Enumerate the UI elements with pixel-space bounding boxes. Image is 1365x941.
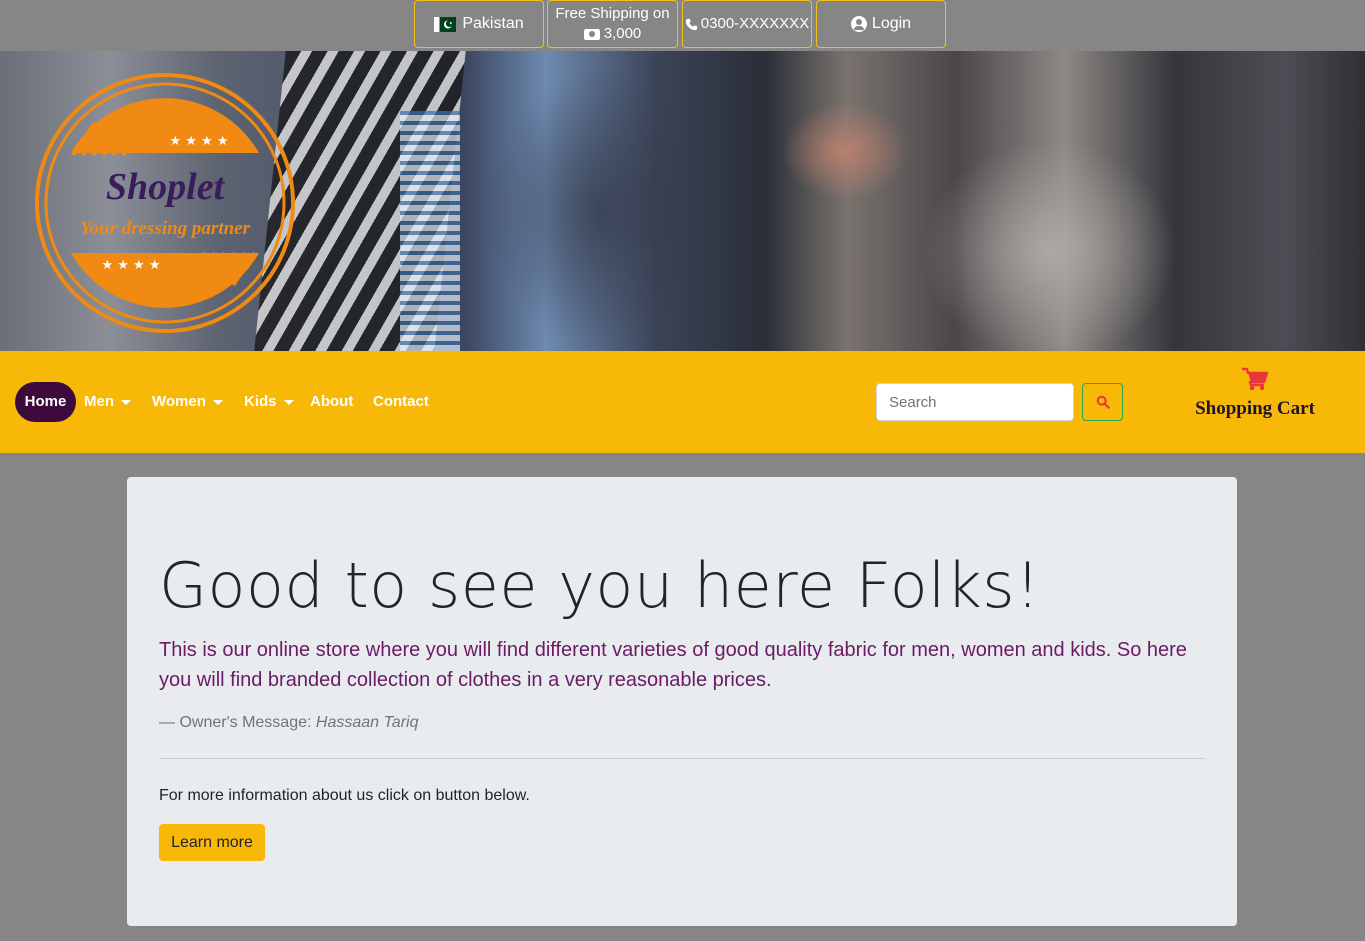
caret-down-icon bbox=[121, 399, 131, 405]
login-button[interactable]: Login bbox=[816, 0, 946, 48]
logo-name: Shoplet bbox=[106, 166, 226, 208]
logo-stars-bottom: ★ ★ ★ ★ bbox=[101, 258, 160, 273]
caret-down-icon bbox=[283, 399, 294, 405]
nav-item-men[interactable]: Men bbox=[84, 382, 131, 422]
main-navbar: Home Men Women Kids About Contact Shoppi… bbox=[0, 351, 1365, 453]
free-shipping-button[interactable]: Free Shipping on 3,000 bbox=[547, 0, 678, 48]
nav-kids-label: Kids bbox=[244, 393, 277, 410]
nav-item-women[interactable]: Women bbox=[152, 382, 223, 422]
search-button[interactable] bbox=[1082, 383, 1123, 421]
shipping-amount-row: 3,000 bbox=[583, 24, 642, 44]
nav-about-label: About bbox=[310, 393, 354, 410]
shopping-cart-link[interactable]: Shopping Cart bbox=[1180, 367, 1330, 420]
phone-button[interactable]: 0300-XXXXXXX bbox=[682, 0, 812, 48]
caret-down-icon bbox=[212, 399, 223, 405]
search-input[interactable] bbox=[876, 383, 1074, 421]
learn-more-button[interactable]: Learn more bbox=[159, 824, 265, 861]
hero-banner: ★ ★ ★ ★ Shoplet Your dressing partner ★ … bbox=[0, 51, 1365, 351]
owner-message: — Owner's Message: Hassaan Tariq bbox=[159, 714, 418, 732]
nav-item-contact[interactable]: Contact bbox=[373, 382, 429, 422]
top-bar: Pakistan Free Shipping on 3,000 0300-XXX… bbox=[0, 0, 1365, 51]
welcome-heading: Good to see you here Folks! bbox=[159, 549, 1041, 622]
nav-women-label: Women bbox=[152, 393, 206, 410]
money-bill-icon bbox=[583, 28, 600, 40]
pakistan-flag-icon bbox=[434, 16, 457, 32]
login-label: Login bbox=[871, 15, 912, 32]
logo-tagline: Your dressing partner bbox=[80, 218, 251, 239]
nav-item-home[interactable]: Home bbox=[15, 382, 76, 422]
user-circle-icon bbox=[850, 16, 867, 32]
shipping-amount: 3,000 bbox=[603, 25, 642, 42]
logo-stars-top: ★ ★ ★ ★ bbox=[169, 134, 228, 149]
divider bbox=[159, 758, 1205, 759]
owner-name: Hassaan Tariq bbox=[315, 714, 419, 731]
search-icon bbox=[1096, 395, 1110, 409]
welcome-lead-text: This is our online store where you will … bbox=[159, 639, 1187, 691]
nav-item-kids[interactable]: Kids bbox=[244, 382, 294, 422]
phone-number: 0300-XXXXXXX bbox=[700, 15, 810, 32]
nav-item-about[interactable]: About bbox=[310, 382, 353, 422]
shopping-cart-label: Shopping Cart bbox=[1195, 398, 1315, 419]
owner-message-prefix: — Owner's Message: bbox=[159, 714, 316, 731]
shipping-text: Free Shipping on bbox=[555, 5, 670, 22]
country-button[interactable]: Pakistan bbox=[414, 0, 544, 48]
welcome-jumbotron: Good to see you here Folks! This is our … bbox=[127, 477, 1237, 926]
nav-contact-label: Contact bbox=[373, 393, 429, 410]
shopping-cart-icon bbox=[1242, 367, 1269, 391]
more-info-text: For more information about us click on b… bbox=[159, 787, 530, 804]
phone-icon bbox=[685, 18, 697, 30]
nav-home-label: Home bbox=[24, 393, 67, 410]
country-label: Pakistan bbox=[462, 15, 524, 32]
shoplet-logo[interactable]: ★ ★ ★ ★ Shoplet Your dressing partner ★ … bbox=[33, 71, 297, 335]
nav-men-label: Men bbox=[84, 393, 114, 410]
hero-background-stripes-blue bbox=[400, 111, 460, 351]
